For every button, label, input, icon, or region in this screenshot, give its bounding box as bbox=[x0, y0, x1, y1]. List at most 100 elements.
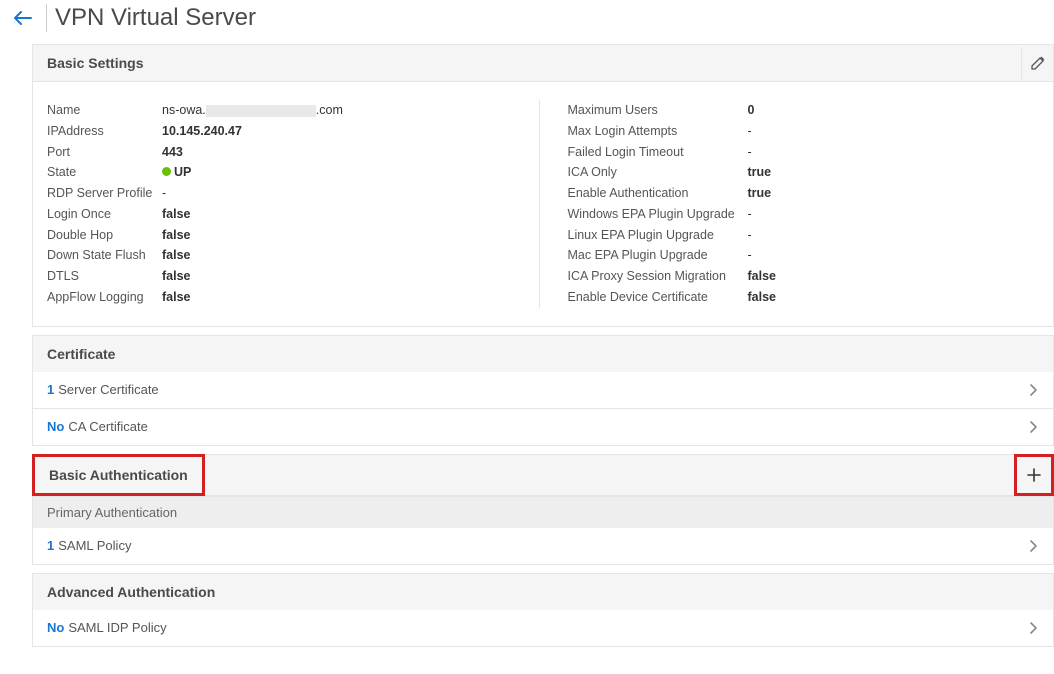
divider bbox=[46, 4, 47, 32]
settings-value: 10.145.240.47 bbox=[162, 122, 242, 141]
basic-auth-row[interactable]: 1 SAML Policy bbox=[33, 528, 1053, 564]
row-label: SAML IDP Policy bbox=[68, 620, 166, 635]
settings-label: Enable Authentication bbox=[568, 184, 748, 203]
status-up-icon bbox=[162, 167, 171, 176]
settings-row: Linux EPA Plugin Upgrade- bbox=[568, 225, 1040, 246]
settings-label: Failed Login Timeout bbox=[568, 143, 748, 162]
row-label: Server Certificate bbox=[58, 382, 158, 397]
settings-row: Login Oncefalse bbox=[47, 204, 519, 225]
settings-value: false bbox=[162, 226, 191, 245]
settings-value: ns-owa..com bbox=[162, 101, 343, 120]
settings-value: 0 bbox=[748, 101, 755, 120]
chevron-right-icon bbox=[1029, 382, 1039, 398]
settings-row: DTLSfalse bbox=[47, 266, 519, 287]
settings-value: true bbox=[748, 163, 772, 182]
advanced-auth-title: Advanced Authentication bbox=[47, 584, 215, 600]
row-count: 1 bbox=[47, 538, 54, 553]
settings-row: Enable Device Certificatefalse bbox=[568, 287, 1040, 308]
page-header: VPN Virtual Server bbox=[0, 0, 1054, 44]
settings-value: false bbox=[162, 267, 191, 286]
row-count: 1 bbox=[47, 382, 54, 397]
settings-row: ICA Onlytrue bbox=[568, 162, 1040, 183]
settings-row: ICA Proxy Session Migrationfalse bbox=[568, 266, 1040, 287]
edit-icon[interactable] bbox=[1021, 47, 1053, 79]
settings-row: AppFlow Loggingfalse bbox=[47, 287, 519, 308]
settings-row: Maximum Users0 bbox=[568, 100, 1040, 121]
row-count: No bbox=[47, 419, 64, 434]
settings-value: UP bbox=[162, 163, 191, 182]
settings-label: Double Hop bbox=[47, 226, 162, 245]
settings-label: ICA Proxy Session Migration bbox=[568, 267, 748, 286]
page-title: VPN Virtual Server bbox=[55, 4, 256, 32]
settings-value: false bbox=[162, 288, 191, 307]
basic-auth-panel: Basic Authentication Primary Authenticat… bbox=[32, 454, 1054, 565]
settings-label: Max Login Attempts bbox=[568, 122, 748, 141]
settings-row: Down State Flushfalse bbox=[47, 245, 519, 266]
settings-label: Down State Flush bbox=[47, 246, 162, 265]
settings-row: Max Login Attempts- bbox=[568, 121, 1040, 142]
settings-label: AppFlow Logging bbox=[47, 288, 162, 307]
settings-value: - bbox=[748, 122, 752, 141]
settings-label: Mac EPA Plugin Upgrade bbox=[568, 246, 748, 265]
settings-row: IPAddress10.145.240.47 bbox=[47, 121, 519, 142]
settings-label: Login Once bbox=[47, 205, 162, 224]
settings-row: Port443 bbox=[47, 142, 519, 163]
settings-value: false bbox=[748, 267, 777, 286]
basic-settings-header: Basic Settings bbox=[33, 45, 1053, 82]
settings-value: - bbox=[162, 184, 166, 203]
basic-auth-title: Basic Authentication bbox=[49, 467, 188, 483]
row-label: SAML Policy bbox=[58, 538, 131, 553]
settings-row: Windows EPA Plugin Upgrade- bbox=[568, 204, 1040, 225]
settings-label: ICA Only bbox=[568, 163, 748, 182]
settings-value: - bbox=[748, 246, 752, 265]
settings-row: Enable Authenticationtrue bbox=[568, 183, 1040, 204]
settings-label: Port bbox=[47, 143, 162, 162]
settings-value: false bbox=[162, 205, 191, 224]
advanced-auth-panel: Advanced Authentication No SAML IDP Polic… bbox=[32, 573, 1054, 647]
basic-auth-title-highlight: Basic Authentication bbox=[32, 454, 205, 496]
settings-label: Name bbox=[47, 101, 162, 120]
redacted-text bbox=[206, 105, 316, 117]
chevron-right-icon bbox=[1029, 538, 1039, 554]
certificate-header: Certificate bbox=[33, 336, 1053, 372]
settings-row: Namens-owa..com bbox=[47, 100, 519, 121]
settings-value: false bbox=[162, 246, 191, 265]
settings-label: Enable Device Certificate bbox=[568, 288, 748, 307]
primary-auth-subheader: Primary Authentication bbox=[33, 496, 1053, 528]
row-label: CA Certificate bbox=[68, 419, 147, 434]
basic-settings-body: Namens-owa..comIPAddress10.145.240.47Por… bbox=[33, 82, 1053, 326]
settings-value: true bbox=[748, 184, 772, 203]
basic-settings-title: Basic Settings bbox=[47, 55, 143, 71]
basic-settings-panel: Basic Settings Namens-owa..comIPAddress1… bbox=[32, 44, 1054, 327]
settings-row: Failed Login Timeout- bbox=[568, 142, 1040, 163]
advanced-auth-header: Advanced Authentication bbox=[33, 574, 1053, 610]
advanced-auth-row[interactable]: No SAML IDP Policy bbox=[33, 610, 1053, 646]
settings-right-column: Maximum Users0Max Login Attempts-Failed … bbox=[540, 100, 1040, 308]
settings-label: RDP Server Profile bbox=[47, 184, 162, 203]
settings-row: StateUP bbox=[47, 162, 519, 183]
settings-value: 443 bbox=[162, 143, 183, 162]
certificate-panel: Certificate 1 Server Certificate No CA Cert… bbox=[32, 335, 1054, 446]
settings-left-column: Namens-owa..comIPAddress10.145.240.47Por… bbox=[47, 100, 540, 308]
settings-label: Windows EPA Plugin Upgrade bbox=[568, 205, 748, 224]
settings-label: Maximum Users bbox=[568, 101, 748, 120]
certificate-row[interactable]: 1 Server Certificate bbox=[33, 372, 1053, 408]
settings-label: Linux EPA Plugin Upgrade bbox=[568, 226, 748, 245]
settings-label: State bbox=[47, 163, 162, 182]
settings-value: - bbox=[748, 205, 752, 224]
chevron-right-icon bbox=[1029, 620, 1039, 636]
settings-row: Double Hopfalse bbox=[47, 225, 519, 246]
settings-value: - bbox=[748, 143, 752, 162]
chevron-right-icon bbox=[1029, 419, 1039, 435]
certificate-row[interactable]: No CA Certificate bbox=[33, 408, 1053, 445]
basic-auth-header: Basic Authentication bbox=[33, 455, 1053, 496]
add-icon[interactable] bbox=[1014, 454, 1054, 496]
settings-label: IPAddress bbox=[47, 122, 162, 141]
back-icon[interactable] bbox=[8, 11, 38, 25]
row-count: No bbox=[47, 620, 64, 635]
settings-row: RDP Server Profile- bbox=[47, 183, 519, 204]
settings-row: Mac EPA Plugin Upgrade- bbox=[568, 245, 1040, 266]
settings-value: - bbox=[748, 226, 752, 245]
certificate-title: Certificate bbox=[47, 346, 115, 362]
settings-value: false bbox=[748, 288, 777, 307]
